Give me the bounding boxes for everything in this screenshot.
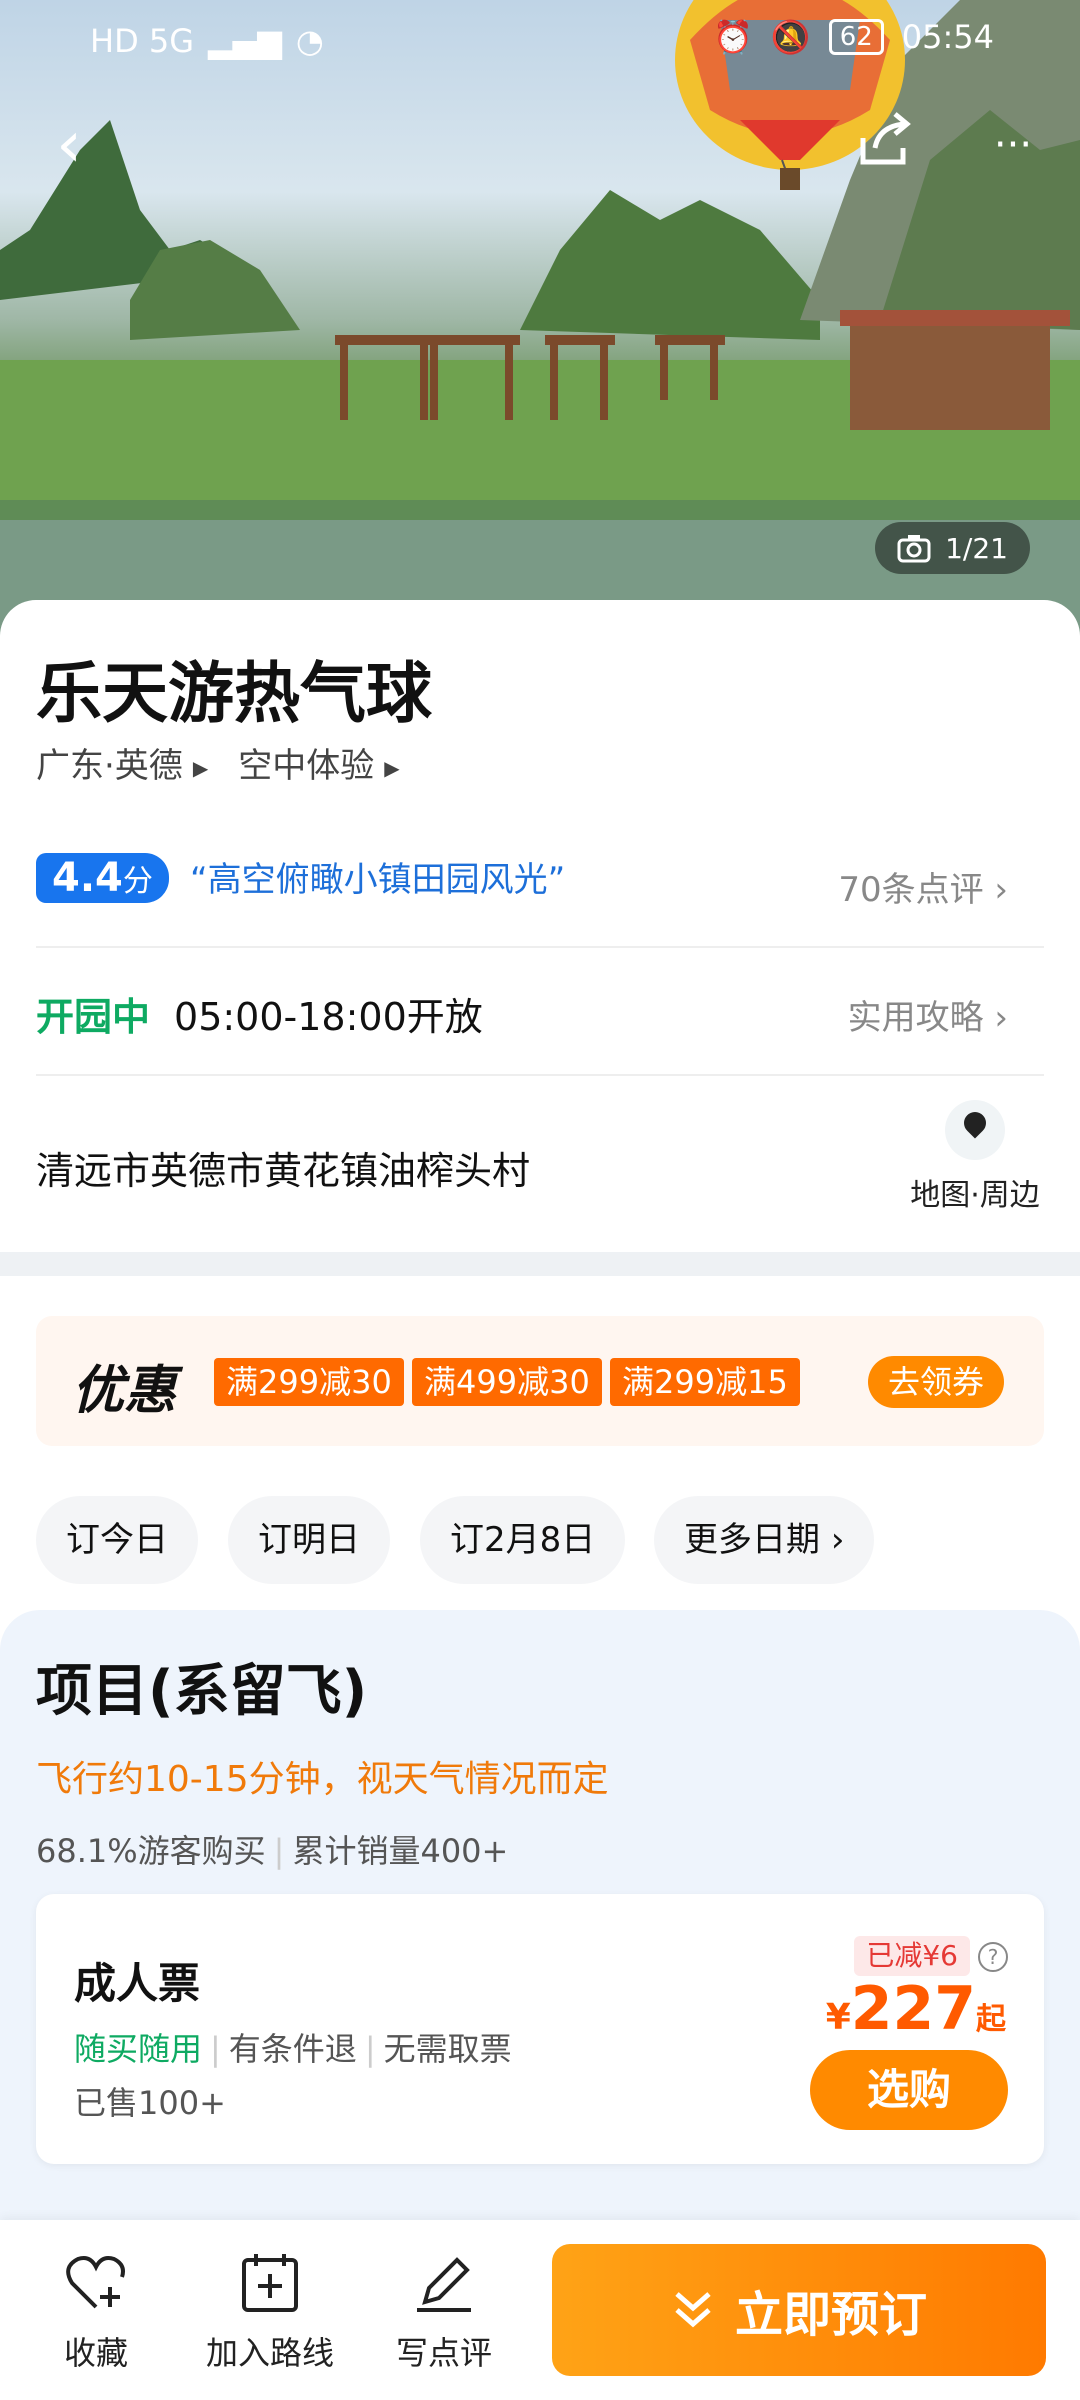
category-link[interactable]: 空中体验 ▶ [238,738,399,787]
camera-icon [897,535,931,563]
section-divider [0,1252,1080,1276]
pen-icon [417,2257,471,2312]
hours-row[interactable]: 开园中 05:00-18:00开放 实用攻略 › [36,986,1044,1041]
address-row[interactable]: 清远市英德市黄花镇油榨头村 [36,1140,1044,1195]
chevron-right-icon: › [994,998,1008,1038]
chevron-left-icon: ‹ [56,108,82,182]
region-link[interactable]: 广东·英德 ▶ [36,738,208,787]
ticket-name: 成人票 [74,1959,201,2008]
wifi-icon: ◔ [295,22,324,60]
chevron-right-icon: › [830,1520,845,1560]
help-icon[interactable]: ? [978,1942,1008,1972]
breadcrumb: 广东·英德 ▶ 空中体验 ▶ [36,738,400,787]
signal-icon: ▂▄▆ [208,22,282,60]
opening-hours: 05:00-18:00开放 [174,995,483,1039]
battery-indicator: 62 [828,19,884,55]
caret-right-icon: ▶ [384,755,400,780]
purchase-stats: 68.1%游客购买 | 累计销量400+ [36,1832,509,1870]
address-text: 清远市英德市黄花镇油榨头村 [36,1149,531,1193]
more-button[interactable]: ··· [978,110,1048,180]
sold-count: 已售100+ [74,2084,226,2122]
select-ticket-button[interactable]: 选购 [810,2050,1008,2130]
map-button[interactable]: 地图·周边 [900,1100,1050,1214]
promo-title: 优惠 [72,1361,177,1421]
location-pin-icon [945,1100,1005,1160]
section-title: 项目(系留飞) [36,1659,368,1724]
ticket-section: 项目(系留飞) 飞行约10-15分钟，视天气情况而定 68.1%游客购买 | 累计销… [0,1610,1080,2230]
bottom-action-bar: 收藏 加入路线 写点评 立即预订 [0,2220,1080,2400]
date-chip-feb8[interactable]: 订2月8日 [420,1496,626,1584]
mute-icon: 🔕 [770,18,811,56]
open-status: 开园中 [36,995,151,1039]
share-button[interactable] [850,110,920,180]
date-chip-today[interactable]: 订今日 [36,1496,198,1584]
claim-coupon-button[interactable]: 去领券 [867,1356,1004,1408]
promo-tag: 满299减30 [214,1358,404,1406]
back-button[interactable]: ‹ [34,110,104,180]
flight-note: 飞行约10-15分钟，视天气情况而定 [36,1759,609,1800]
photo-counter[interactable]: 1/21 [875,522,1030,574]
ticket-tags: 随买随用 | 有条件退 | 无需取票 [74,2030,512,2068]
reviews-link[interactable]: 70条点评 › [838,862,1008,911]
guide-link[interactable]: 实用攻略 › [848,990,1008,1039]
promo-tag: 满499减30 [412,1358,602,1406]
review-quote: “高空俯瞰小镇田园风光” [189,860,566,900]
divider [36,946,1044,948]
date-chip-tomorrow[interactable]: 订明日 [228,1496,390,1584]
discount-badge: 已减¥6 [854,1936,970,1976]
add-route-button[interactable]: 加入路线 [190,2250,350,2374]
write-review-button[interactable]: 写点评 [364,2250,524,2374]
share-icon [860,112,911,165]
rating-badge: 4.4分 [36,853,169,903]
promo-bar[interactable]: 优惠 满299减30 满499减30 满299减15 去领券 [36,1316,1044,1446]
photo-counter-text: 1/21 [945,531,1008,565]
more-dates-button[interactable]: 更多日期 › [654,1496,875,1584]
book-now-button[interactable]: 立即预订 [552,2244,1046,2376]
divider [36,1074,1044,1076]
ticket-card[interactable]: 成人票 随买随用 | 有条件退 | 无需取票 已售100+ 已减¥6 ? ¥227起 选… [36,1894,1044,2164]
map-label: 地图·周边 [910,1178,1040,1213]
alarm-icon: ⏰ [713,18,753,56]
caret-right-icon: ▶ [192,755,209,780]
review-row[interactable]: 4.4分 “高空俯瞰小镇田园风光” 70条点评 › [36,852,1044,910]
hero-photo[interactable]: HD 5G ▂▄▆ ◔ ⏰ 🔕 62 05:54 ‹ ··· 1/21 [0,0,1080,640]
calendar-plus-icon [242,2254,298,2312]
chevron-right-icon: › [994,870,1008,910]
double-chevron-down-icon [675,2292,711,2328]
network-status: HD 5G [90,22,195,60]
status-bar: HD 5G ▂▄▆ ◔ ⏰ 🔕 62 05:54 [0,0,1080,80]
ticket-price: ¥227起 [825,1974,1006,2044]
page-title: 乐天游热气球 [36,655,432,732]
clock: 05:54 [901,18,994,56]
favorite-button[interactable]: 收藏 [16,2250,176,2374]
more-dots-icon: ··· [993,122,1033,168]
heart-plus-icon [66,2256,125,2309]
promo-tag: 满299减15 [610,1358,800,1406]
